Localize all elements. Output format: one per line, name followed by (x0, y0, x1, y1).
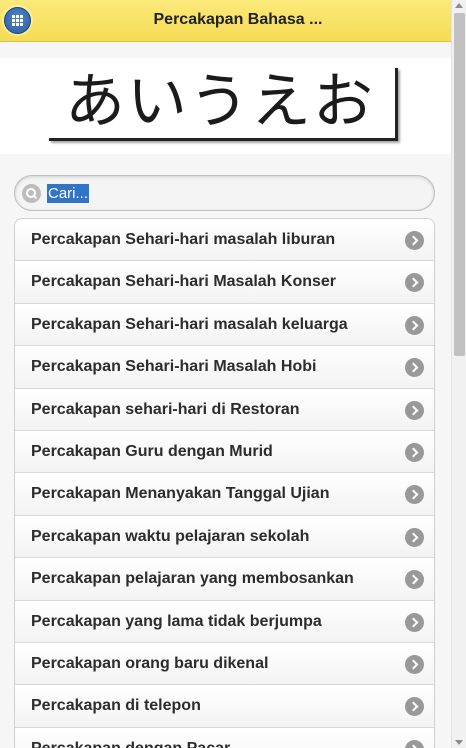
search-icon (22, 184, 41, 203)
chevron-right-icon (405, 739, 424, 748)
header-bar: Percakapan Bahasa ... (0, 0, 451, 42)
search-input[interactable] (45, 183, 425, 205)
list-item-label: Percakapan sehari-hari di Restoran (31, 400, 300, 418)
list-item[interactable]: Percakapan Sehari-hari Masalah Hobi (15, 346, 434, 389)
banner: あいうえお (0, 58, 451, 154)
scroll-thumb[interactable] (454, 13, 465, 356)
list-item-label: Percakapan Guru dengan Murid (31, 442, 273, 460)
list-item[interactable]: Percakapan Sehari-hari masalah keluarga (15, 303, 434, 347)
chevron-right-icon (405, 612, 424, 632)
chevron-right-icon (405, 400, 424, 420)
chevron-right-icon (405, 697, 424, 717)
list-item[interactable]: Percakapan waktu pelajaran sekolah (15, 515, 434, 559)
list-item[interactable]: Percakapan yang lama tidak berjumpa (15, 600, 434, 643)
list-item-label: Percakapan Sehari-hari Masalah Hobi (31, 358, 317, 376)
list-item-label: Percakapan Sehari-hari Masalah Konser (31, 273, 337, 291)
scrollbar[interactable] (451, 0, 466, 748)
chevron-right-icon (405, 654, 424, 674)
topic-list: Percakapan Sehari-hari masalah liburan Pe… (14, 218, 435, 748)
chevron-right-icon (405, 527, 424, 547)
menu-button[interactable] (4, 7, 31, 34)
chevron-right-icon (405, 485, 424, 505)
list-item-label: Percakapan orang baru dikenal (31, 654, 269, 672)
list-item[interactable]: Percakapan Sehari-hari Masalah Konser (15, 261, 434, 304)
list-item[interactable]: Percakapan Sehari-hari masalah liburan (15, 219, 434, 262)
list-item[interactable]: Percakapan orang baru dikenal (15, 642, 434, 686)
banner-frame: あいうえお (49, 67, 398, 141)
chevron-right-icon (405, 273, 424, 293)
app-frame: Percakapan Bahasa ... あいうえお Cari... Perc… (0, 0, 466, 748)
list-item-label: Percakapan pelajaran yang membosankan (31, 570, 354, 588)
list-item-label: Percakapan Sehari-hari masalah keluarga (31, 315, 348, 333)
banner-text: あいうえお (65, 67, 375, 137)
list-item-label: Percakapan Menanyakan Tanggal Ujian (31, 485, 330, 503)
page-title: Percakapan Bahasa ... (153, 11, 323, 28)
list-item[interactable]: Percakapan dengan Pacar (15, 727, 434, 748)
search-bar[interactable]: Cari... (14, 175, 435, 211)
grid-menu-icon (12, 15, 23, 26)
list-item-label: Percakapan di telepon (31, 697, 201, 715)
list-item-label: Percakapan yang lama tidak berjumpa (31, 612, 322, 630)
chevron-right-icon (405, 315, 424, 335)
scroll-down-arrow-icon[interactable] (455, 740, 463, 745)
chevron-right-icon (405, 231, 424, 250)
chevron-right-icon (405, 570, 424, 590)
scroll-up-arrow-icon[interactable] (455, 3, 463, 8)
list-item[interactable]: Percakapan di telepon (15, 685, 434, 728)
chevron-right-icon (405, 442, 424, 462)
chevron-right-icon (405, 358, 424, 378)
list-item-label: Percakapan Sehari-hari masalah liburan (31, 231, 336, 248)
list-item-label: Percakapan waktu pelajaran sekolah (31, 527, 310, 545)
list-item[interactable]: Percakapan Guru dengan Murid (15, 430, 434, 474)
list-item[interactable]: Percakapan Menanyakan Tanggal Ujian (15, 473, 434, 516)
list-item-label: Percakapan dengan Pacar (31, 740, 394, 748)
list-item[interactable]: Percakapan pelajaran yang membosankan (15, 558, 434, 601)
list-item[interactable]: Percakapan sehari-hari di Restoran (15, 388, 434, 431)
